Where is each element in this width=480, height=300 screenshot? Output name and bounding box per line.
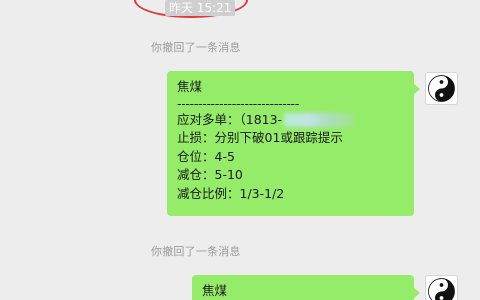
message-title: 焦煤 [202,283,228,298]
message-line-text: 应对多单：（1813- [177,111,283,127]
message-title: 焦煤 [177,79,203,94]
recall-notice: 你撤回了一条消息 [151,245,241,258]
avatar[interactable] [425,275,458,300]
message-line: 仓位：4-5 [177,148,235,164]
message-separator: ----------------------------- [177,96,300,111]
message-line: 减仓：5-10 [177,167,243,182]
timestamp: 昨天 15:21 [165,0,236,16]
avatar[interactable] [425,72,458,105]
recall-notice: 你撤回了一条消息 [151,41,241,54]
message-line: 减仓比例：1/3-1/2 [177,185,285,201]
message-line: 应对多单：（1813- [177,111,404,130]
chat-window: 昨天 15:21 你撤回了一条消息 焦煤 -------------------… [0,0,480,300]
yin-yang-icon [428,75,455,102]
message-bubble[interactable]: 焦煤 ----------------------------- 应对多单：（1… [167,71,420,216]
message-bubble[interactable]: 焦煤 [192,275,420,300]
yin-yang-icon [428,278,455,300]
message-line: 止损：分别下破01或跟踪提示 [177,130,343,145]
blurred-content [284,113,355,127]
